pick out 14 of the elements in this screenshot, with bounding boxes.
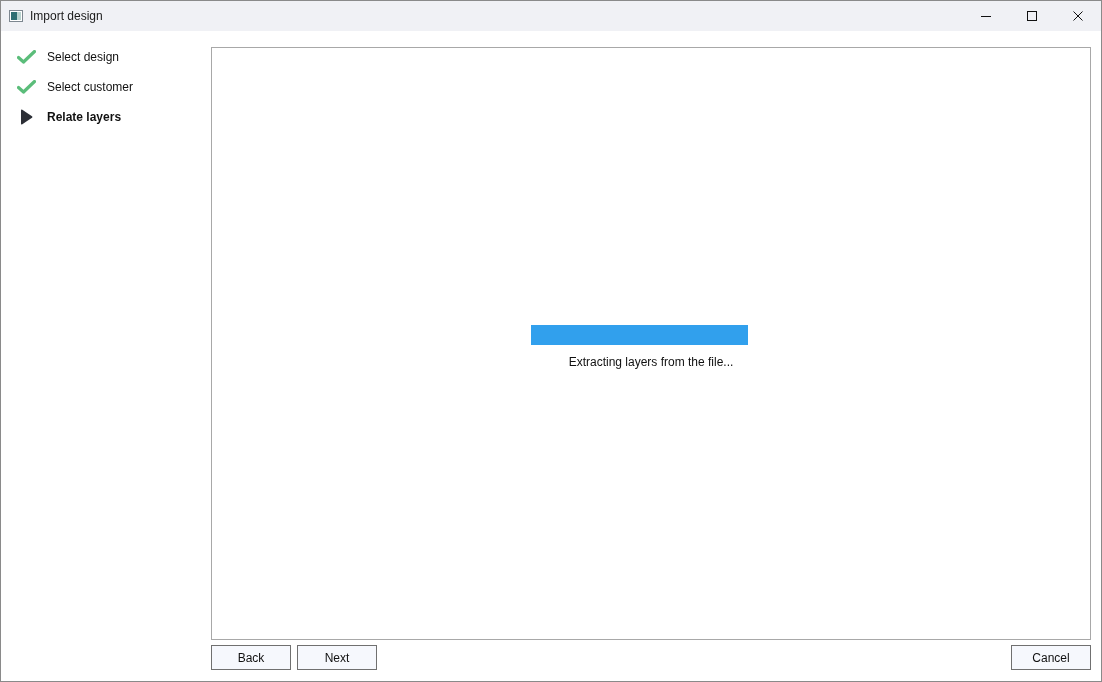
step-label: Select design (47, 49, 120, 66)
app-icon (9, 10, 23, 22)
triangle-icon (20, 109, 33, 125)
step-label: Select customer (47, 79, 134, 96)
next-button[interactable]: Next (297, 645, 377, 670)
back-button[interactable]: Back (211, 645, 291, 670)
progress-message: Extracting layers from the file... (568, 353, 734, 371)
check-icon (17, 80, 36, 94)
cancel-button[interactable]: Cancel (1011, 645, 1091, 670)
close-icon (1073, 11, 1083, 21)
check-icon (17, 50, 36, 64)
window-title: Import design (30, 8, 103, 25)
maximize-icon (1027, 11, 1037, 21)
step-label: Relate layers (47, 109, 122, 126)
